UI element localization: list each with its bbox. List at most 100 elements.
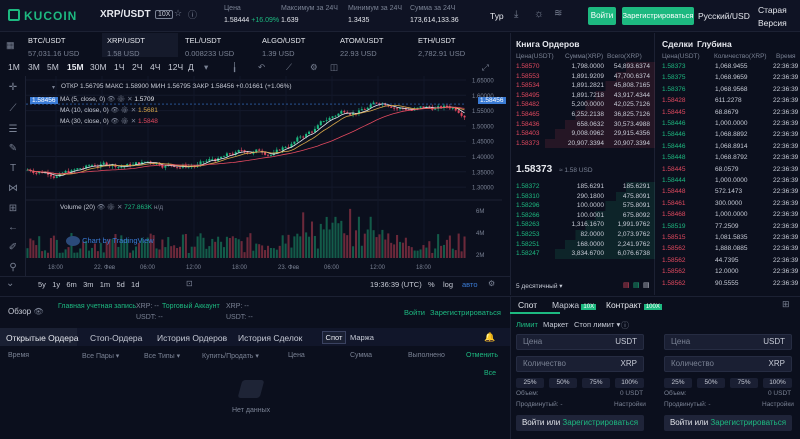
grid-icon[interactable]: ▦ [6,40,15,51]
chevron-down-icon[interactable]: ▾ [204,62,208,73]
ticker-xrp[interactable]: XRP/USDT 1.58 USD [107,36,177,58]
orderbook-row[interactable]: 1.58266 100.0001 675.8092 [510,210,655,221]
tab-trade-history[interactable]: История Сделок [238,333,302,343]
orderbook-row[interactable]: 1.58296 100.0000 575.8091 [510,201,655,211]
bids-view-icon[interactable]: ▤ [633,281,640,289]
brush-icon[interactable]: ✎ [7,143,19,155]
star-icon[interactable]: ☆ [174,8,182,19]
overview-login-link[interactable]: Войти [404,308,425,317]
buy-pct-50[interactable]: 50% [549,378,577,388]
gear-icon[interactable]: ⚙ [310,62,318,73]
buy-settings[interactable]: Настройки [614,401,646,408]
back-arrow-icon[interactable]: ← [7,222,19,234]
cancel-all-label[interactable]: Все [484,370,496,377]
orderbook-row[interactable]: 1.58403 9,008.0962 29,915.4356 [510,129,655,139]
trade-account-link[interactable]: Торговый Аккаунт [162,303,220,310]
orderbook-row[interactable]: 1.58251 168.0000 2,241.9762 [510,239,655,250]
language-currency-select[interactable]: Русский/USD [698,11,750,21]
sell-pct-50[interactable]: 50% [697,378,725,388]
chart-settings-icon[interactable]: ⚙ [488,279,495,288]
calculator-icon[interactable]: ⊞ [782,299,790,310]
tab-order-history[interactable]: История Ордеров [157,333,227,343]
tab-stop-orders[interactable]: Стоп-Ордера [90,333,142,343]
orderbook-row[interactable]: 1.58372 185.6291 185.6291 [510,182,655,192]
buy-pct-100[interactable]: 100% [615,378,644,388]
asks-view-icon[interactable]: ▤ [623,281,630,289]
info-icon[interactable]: ⓘ [188,8,197,21]
theme-sun-icon[interactable]: ☼ [534,8,544,20]
sell-pct-25[interactable]: 25% [664,378,692,388]
tf-2h[interactable]: 2Ч [132,62,142,72]
header-register-button[interactable]: Зарегистрироваться [622,7,694,25]
fib-icon[interactable]: ☰ [7,124,19,136]
logo-text[interactable]: KUCOIN [24,9,77,23]
auto-toggle[interactable]: авто [462,280,478,289]
collapse-chevron-icon[interactable]: ⌄ [6,278,14,289]
sell-pct-100[interactable]: 100% [763,378,792,388]
sell-settings[interactable]: Настройки [762,401,794,408]
tf-12h[interactable]: 12Ч [168,62,183,72]
camera-icon[interactable]: ◫ [330,62,338,73]
buy-pct-75[interactable]: 75% [582,378,610,388]
log-toggle[interactable]: log [443,280,453,289]
text-tool-icon[interactable]: T [7,163,19,175]
tab-trades[interactable]: Сделки [662,39,693,49]
tf-4h[interactable]: 4Ч [150,62,160,72]
help-icon[interactable]: ⓘ [621,320,629,331]
type-limit[interactable]: Лимит [516,320,538,329]
orderbook-row[interactable]: 1.58570 1,798.0000 54,893.6374 [510,62,655,72]
collapse-icon[interactable]: ▾ [52,84,55,91]
orderbook-row[interactable]: 1.58373 20,907.3394 20,907.3394 [510,138,655,149]
download-icon[interactable]: ⤓ [514,9,518,20]
tf-3m[interactable]: 3M [28,62,40,72]
tab-open-orders[interactable]: Открытые Ордера [6,333,78,343]
sell-qty-input[interactable]: Количество XRP [664,356,792,372]
old-version-link[interactable]: Старая Версия [758,5,787,28]
col-buy-sell[interactable]: Купить/Продать ▾ [202,352,259,360]
tf-30m[interactable]: 30M [90,62,107,72]
orderbook-row[interactable]: 1.58263 1,316.1670 1,991.9762 [510,220,655,230]
orderbook-row[interactable]: 1.58465 6,252.2138 36,825.7126 [510,110,655,120]
ruler-icon[interactable]: ✐ [7,242,19,254]
orderbook-row[interactable]: 1.58310 290.1800 475.8091 [510,191,655,202]
percent-toggle[interactable]: % [428,280,435,289]
ticker-atom[interactable]: ATOM/USDT 22.93 USD [340,36,410,58]
header-login-button[interactable]: Войти [588,7,616,25]
filter-spot[interactable]: Спот [322,331,346,344]
orderbook-row[interactable]: 1.58436 658.0632 30,573.4988 [510,119,655,130]
pair-name[interactable]: XRP/USDT [100,9,151,20]
bell-icon[interactable]: 🔔 [484,332,495,343]
trendline-icon[interactable]: ⟋ [7,103,19,115]
type-stop-limit[interactable]: Стоп лимит ▾ [574,320,620,329]
indicators-icon[interactable]: ↶ [258,62,265,73]
trade-tab-spot[interactable]: Спот [518,300,537,310]
orderbook-row[interactable]: 1.58534 1,891.2821 45,808.7165 [510,81,655,91]
trade-tab-contract[interactable]: Контракт 100X [606,300,662,310]
measure-icon[interactable]: ⊞ [7,203,19,215]
tf-15m[interactable]: 15M [67,62,84,72]
decimals-select[interactable]: 5 десятичный ▾ [516,282,563,290]
compare-icon[interactable]: ⟋ [286,62,292,73]
crosshair-icon[interactable]: ✛ [7,82,19,94]
candles-icon[interactable]: ╽ [232,62,237,73]
orderbook-row[interactable]: 1.58553 1,891.9209 47,700.6374 [510,71,655,82]
tf-day[interactable]: Д [188,62,194,72]
ticker-eth[interactable]: ETH/USDT 2,782.91 USD [418,36,488,58]
col-all-pairs[interactable]: Все Пары ▾ [82,352,119,360]
sell-advanced[interactable]: Продвинутый: - [664,401,711,408]
buy-pct-25[interactable]: 25% [516,378,544,388]
pattern-icon[interactable]: ⋈ [7,183,19,195]
tf-5m[interactable]: 5M [47,62,59,72]
ticker-algo[interactable]: ALGO/USDT 1.39 USD [262,36,332,58]
overview-register-link[interactable]: Зарегистрироваться [430,308,501,317]
orderbook-row[interactable]: 1.58482 5,200.0000 42,025.7126 [510,100,655,110]
overview-label[interactable]: Обзор 👁 [8,307,44,316]
buy-qty-input[interactable]: Количество XRP [516,356,644,372]
type-market[interactable]: Маркет [543,320,568,329]
cancel-all-link[interactable]: Отменить [466,352,498,359]
both-view-icon[interactable]: ▤ [643,281,650,289]
tour-link[interactable]: Тур [490,11,504,21]
trade-tab-margin[interactable]: Маржа 10X [552,300,597,310]
sell-pct-75[interactable]: 75% [730,378,758,388]
orderbook-row[interactable]: 1.58495 1,891.7218 43,917.4344 [510,90,655,101]
